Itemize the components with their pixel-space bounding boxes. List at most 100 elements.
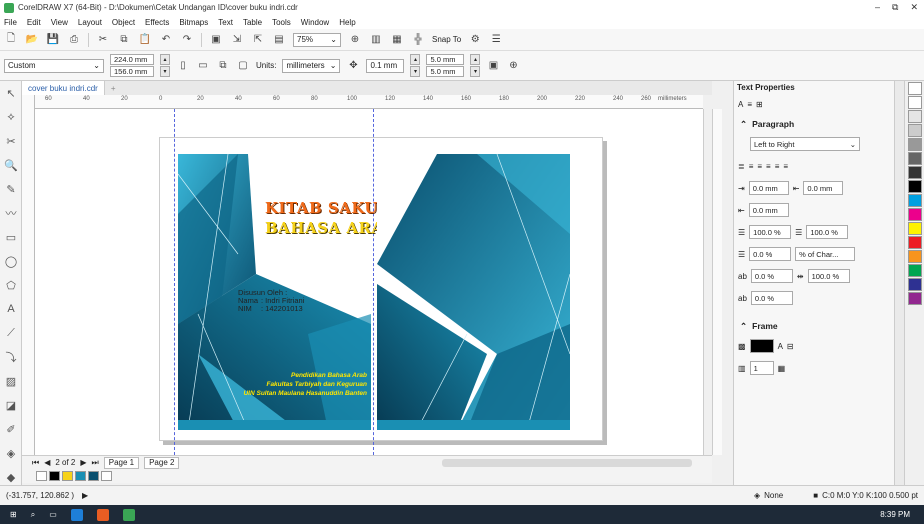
menu-object[interactable]: Object [112,18,135,27]
minimize-button[interactable]: – [875,2,880,13]
paragraph-tab-icon[interactable]: ≡ [747,100,752,109]
justify-icon[interactable]: ≡ [775,162,780,171]
cover-front-art[interactable] [377,154,570,430]
prev-page-icon[interactable]: ◀ [44,458,50,467]
guideline-left[interactable] [174,109,175,455]
text-tool-icon[interactable]: A [0,297,22,321]
page-height-field[interactable]: 156.0 mm [110,66,154,77]
cover-footer-line2[interactable]: Fakultas Tarbiyah dan Keguruan [195,381,367,388]
page-tab-2[interactable]: Page 2 [144,456,180,469]
drawing-canvas[interactable]: KITAB SAKU BAHASA ARAB Disusun Oleh : Na… [35,109,703,455]
text-color-icon[interactable]: A [778,342,783,351]
copy-icon[interactable]: ⧉ [117,33,131,47]
ellipse-tool-icon[interactable]: ◯ [0,249,22,273]
left-indent-field[interactable]: 0.0 mm [748,181,789,195]
start-icon[interactable]: ⊞ [10,510,17,519]
paragraph-section[interactable]: ⌃ Paragraph [734,115,894,133]
character-spacing-field[interactable]: 0.0 % [750,291,793,305]
color-white[interactable] [908,82,922,95]
cover-title-line1[interactable]: KITAB SAKU [265,199,378,217]
menu-layout[interactable]: Layout [78,18,102,27]
cover-nim-value[interactable]: : 142201013 [261,304,303,313]
menu-tools[interactable]: Tools [272,18,291,27]
treat-as-filled-icon[interactable]: ▣ [486,59,500,73]
connector-tool-icon[interactable]: ⤵ [0,345,22,369]
close-button[interactable]: ✕ [910,2,918,13]
first-page-icon[interactable]: ⏮ [32,458,39,468]
landscape-icon[interactable]: ▭ [196,59,210,73]
shape-tool-icon[interactable]: ⟡ [0,105,22,129]
color-magenta[interactable] [908,208,922,221]
coreldraw-taskbar-icon[interactable] [122,508,135,521]
color-yellow[interactable] [908,222,922,235]
frame-section[interactable]: ⌃ Frame [734,317,894,335]
eyedropper-icon[interactable]: ✐ [0,417,22,441]
cover-footer-line3[interactable]: UIN Sultan Maulana Hasanuddin Banten [175,390,367,397]
pick-tool-icon[interactable]: ↖ [0,81,22,105]
color-orange[interactable] [908,250,922,263]
cover-footer-line1[interactable]: Pendidikan Bahasa Arab [195,372,367,379]
menu-view[interactable]: View [51,18,68,27]
horizontal-ruler[interactable]: 60 40 20 0 20 40 60 80 100 120 140 160 1… [35,95,703,109]
outline-swatch[interactable]: ■ [813,491,818,500]
polygon-tool-icon[interactable]: ⬠ [0,273,22,297]
zoom-tool-icon[interactable]: 🔍 [0,153,22,177]
docker-tabs[interactable] [894,81,904,485]
frame-color-swatch[interactable] [749,339,774,353]
menu-window[interactable]: Window [301,18,329,27]
import-icon[interactable]: ⇲ [230,33,244,47]
first-line-indent-field[interactable]: 0.0 mm [748,203,789,217]
right-indent-field[interactable]: 0.0 mm [803,181,844,195]
portrait-icon[interactable]: ▯ [176,59,190,73]
restore-button[interactable]: ⧉ [892,2,898,13]
application-launcher-icon[interactable]: ☰ [489,33,503,47]
new-document-icon[interactable]: 🗋 [4,33,18,47]
page-preset-select[interactable]: Custom ⌄ [4,58,104,73]
add-icon[interactable]: ⊕ [506,59,520,73]
page-tab-1[interactable]: Page 1 [103,456,140,469]
show-rulers-icon[interactable]: ▥ [369,33,383,47]
export-icon[interactable]: ⇱ [251,33,265,47]
nudge-up-stepper[interactable]: ▴ [410,54,421,65]
menu-table[interactable]: Table [243,18,262,27]
nudge-distance-field[interactable]: 0.1 mm [366,58,405,73]
dup-y-stepper[interactable]: ▾ [470,66,481,77]
menu-effects[interactable]: Effects [145,18,169,27]
document-tab[interactable]: cover buku indri.cdr [22,81,105,95]
cut-icon[interactable]: ✂ [96,33,110,47]
full-screen-icon[interactable]: ⊕ [348,33,362,47]
snap-to-button[interactable]: Snap To [432,35,461,44]
color-red[interactable] [908,236,922,249]
interactive-fill-icon[interactable]: ◈ [0,441,22,465]
save-icon[interactable]: 💾 [46,33,60,47]
color-green[interactable] [908,264,922,277]
height-stepper[interactable]: ▾ [160,66,170,77]
color-purple[interactable] [908,292,922,305]
last-page-icon[interactable]: ⏭ [92,458,99,468]
show-grid-icon[interactable]: ▦ [390,33,404,47]
add-tab-icon[interactable]: + [111,84,116,93]
redo-icon[interactable]: ↷ [180,33,194,47]
columns-field[interactable]: 1 [749,361,774,375]
search-content-icon[interactable]: ▣ [209,33,223,47]
align-none-icon[interactable]: ≣ [738,162,745,171]
swatch-yellow[interactable] [62,471,73,481]
vertical-ruler[interactable] [22,95,35,455]
vertical-scrollbar[interactable] [703,109,712,455]
nudge-down-stepper[interactable]: ▾ [410,66,421,77]
frame-tab-icon[interactable]: ⊞ [756,100,763,109]
align-right-icon[interactable]: ≡ [766,162,771,171]
transparency-tool-icon[interactable]: ◪ [0,393,22,417]
task-view-icon[interactable]: ▭ [49,510,57,519]
show-guides-icon[interactable]: ╬ [411,33,425,47]
open-folder-icon[interactable]: 📂 [25,33,39,47]
swatch-black[interactable] [49,471,60,481]
align-center-icon[interactable]: ≡ [757,162,762,171]
menu-text[interactable]: Text [218,18,233,27]
before-paragraph-field[interactable]: 0.0 % [749,247,792,261]
duplicate-y-field[interactable]: 5.0 mm [426,66,465,77]
fill-indicator-icon[interactable]: ◈ [754,491,760,500]
swatch-dark-blue[interactable] [88,471,99,481]
text-direction-select[interactable]: Left to Right ⌄ [750,137,860,151]
color-grey[interactable] [908,138,922,151]
